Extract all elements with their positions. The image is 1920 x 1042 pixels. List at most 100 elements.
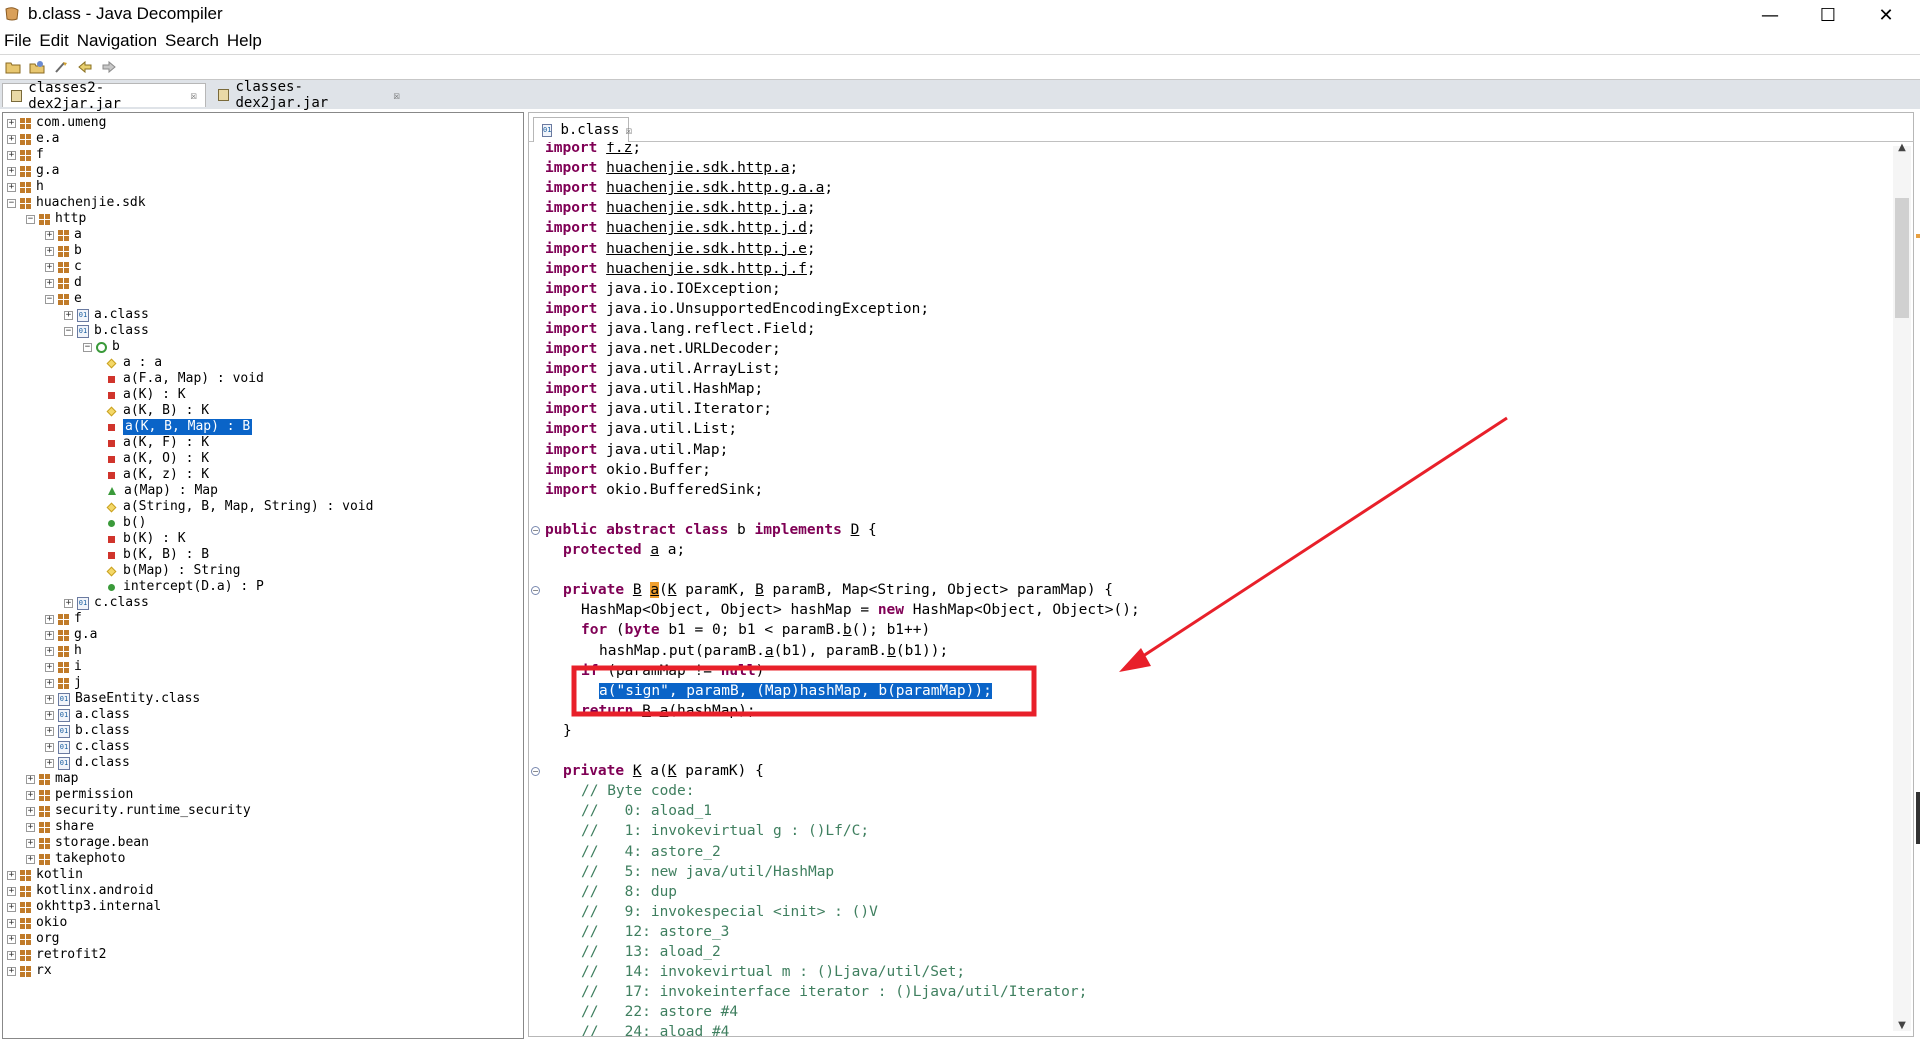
tree-item[interactable]: + e.a <box>7 131 59 147</box>
expand-icon[interactable]: + <box>45 278 54 288</box>
tree-item[interactable]: + takephoto <box>26 851 125 867</box>
tree-item[interactable]: + kotlinx.android <box>7 883 153 899</box>
tree-item[interactable]: + storage.bean <box>26 835 149 851</box>
tree-item[interactable]: + i <box>45 659 82 675</box>
code-editor[interactable]: import f.z; import huachenjie.sdk.http.a;… <box>528 142 1914 1037</box>
expand-icon[interactable]: + <box>45 614 54 624</box>
menu-help[interactable]: Help <box>223 30 266 52</box>
tree-item[interactable]: b() <box>102 515 146 531</box>
tree-item[interactable]: + g.a <box>45 627 97 643</box>
tree-item[interactable]: − e <box>45 291 82 307</box>
tree-item[interactable]: + org <box>7 931 59 947</box>
forward-arrow-icon[interactable] <box>100 59 118 75</box>
expand-icon[interactable]: + <box>45 758 54 768</box>
tree-item[interactable]: b(K) : K <box>102 531 186 547</box>
expand-icon[interactable]: + <box>26 790 35 800</box>
tree-item[interactable]: + j <box>45 675 82 691</box>
tree-item[interactable]: − http <box>26 211 86 227</box>
expand-icon[interactable]: + <box>26 822 35 832</box>
tree-item[interactable]: + c <box>45 259 82 275</box>
tree-item[interactable]: a(K, F) : K <box>102 435 209 451</box>
expand-icon[interactable]: + <box>26 854 35 864</box>
tab-b-class[interactable]: 01 b.class ☒ <box>533 117 632 142</box>
expand-icon[interactable]: + <box>64 598 73 608</box>
overview-marker[interactable] <box>1916 234 1920 238</box>
tree-item[interactable]: + d <box>45 275 82 291</box>
expand-icon[interactable]: + <box>7 950 16 960</box>
expand-icon[interactable]: + <box>45 262 54 272</box>
expand-icon[interactable]: + <box>26 774 35 784</box>
tree-item[interactable]: +01 a.class <box>45 707 130 723</box>
expand-icon[interactable]: + <box>26 806 35 816</box>
tree-item[interactable]: + kotlin <box>7 867 83 883</box>
search-icon[interactable] <box>52 59 70 75</box>
tree-item[interactable]: a(K, B, Map) : B <box>102 419 253 435</box>
tree-item[interactable]: a(F.a, Map) : void <box>102 371 264 387</box>
collapse-icon[interactable]: − <box>83 342 92 352</box>
expand-icon[interactable]: + <box>45 742 54 752</box>
tree-item[interactable]: a(K, O) : K <box>102 451 209 467</box>
tree-item[interactable]: + g.a <box>7 163 59 179</box>
collapse-icon[interactable]: − <box>64 326 73 336</box>
tree-item[interactable]: + okhttp3.internal <box>7 899 161 915</box>
collapse-icon[interactable]: − <box>26 214 35 224</box>
tree-item[interactable]: +01 b.class <box>45 723 130 739</box>
expand-icon[interactable]: + <box>45 726 54 736</box>
expand-icon[interactable]: + <box>7 886 16 896</box>
expand-icon[interactable]: + <box>7 134 16 144</box>
tab-classes-dex2jar[interactable]: classes-dex2jar.jar ☒ <box>210 79 408 111</box>
tree-item[interactable]: + security.runtime_security <box>26 803 251 819</box>
expand-icon[interactable]: + <box>7 918 16 928</box>
tree-item[interactable]: a(K) : K <box>102 387 186 403</box>
tree-item[interactable]: a : a <box>102 355 162 371</box>
expand-icon[interactable]: + <box>26 838 35 848</box>
close-tab-icon[interactable]: ☒ <box>625 124 632 137</box>
expand-icon[interactable]: + <box>45 662 54 672</box>
tree-item[interactable]: + share <box>26 819 94 835</box>
collapse-icon[interactable]: − <box>45 294 54 304</box>
tree-item[interactable]: +01 c.class <box>64 595 149 611</box>
menu-file[interactable]: File <box>0 30 35 52</box>
tree-item[interactable]: −01 b.class <box>64 323 149 339</box>
overview-marker[interactable] <box>1916 792 1920 844</box>
tree-item[interactable]: − huachenjie.sdk <box>7 195 146 211</box>
tree-item[interactable]: + rx <box>7 963 52 979</box>
expand-icon[interactable]: + <box>45 678 54 688</box>
tree-item[interactable]: intercept(D.a) : P <box>102 579 264 595</box>
menu-search[interactable]: Search <box>161 30 223 52</box>
expand-icon[interactable]: + <box>45 694 54 704</box>
close-button[interactable]: ✕ <box>1858 0 1914 30</box>
expand-icon[interactable]: + <box>45 630 54 640</box>
expand-icon[interactable]: + <box>7 934 16 944</box>
back-arrow-icon[interactable] <box>76 59 94 75</box>
tree-item[interactable]: +01 BaseEntity.class <box>45 691 200 707</box>
tree-item[interactable]: +01 c.class <box>45 739 130 755</box>
expand-icon[interactable]: + <box>64 310 73 320</box>
menu-navigation[interactable]: Navigation <box>73 30 161 52</box>
tree-item[interactable]: + h <box>45 643 82 659</box>
expand-icon[interactable]: + <box>45 246 54 256</box>
expand-icon[interactable]: + <box>7 902 16 912</box>
tree-item[interactable]: + f <box>7 147 44 163</box>
menu-edit[interactable]: Edit <box>35 30 72 52</box>
expand-icon[interactable]: + <box>7 182 16 192</box>
tree-item[interactable]: a(K, B) : K <box>102 403 209 419</box>
expand-icon[interactable]: + <box>7 966 16 976</box>
tab-classes2-dex2jar[interactable]: classes2-dex2jar.jar ☒ <box>2 80 206 112</box>
tree-item[interactable]: + retrofit2 <box>7 947 106 963</box>
tree-item[interactable]: + f <box>45 611 82 627</box>
tree-item[interactable]: a(String, B, Map, String) : void <box>102 499 373 515</box>
tree-item[interactable]: a(K, z) : K <box>102 467 209 483</box>
tree-item[interactable]: +01 a.class <box>64 307 149 323</box>
tree-item[interactable]: + b <box>45 243 82 259</box>
package-tree[interactable]: + com.umeng + e.a + f + g.a + h − huachenjie.sdk − ht… <box>2 112 524 1039</box>
expand-icon[interactable]: + <box>45 646 54 656</box>
minimize-button[interactable]: — <box>1742 0 1798 30</box>
collapse-icon[interactable]: − <box>7 198 16 208</box>
expand-icon[interactable]: + <box>7 870 16 880</box>
tree-item[interactable]: + okio <box>7 915 67 931</box>
tree-item[interactable]: + h <box>7 179 44 195</box>
expand-icon[interactable]: + <box>45 230 54 240</box>
tree-item[interactable]: +01 d.class <box>45 755 130 771</box>
tree-item[interactable]: − b <box>83 339 120 355</box>
